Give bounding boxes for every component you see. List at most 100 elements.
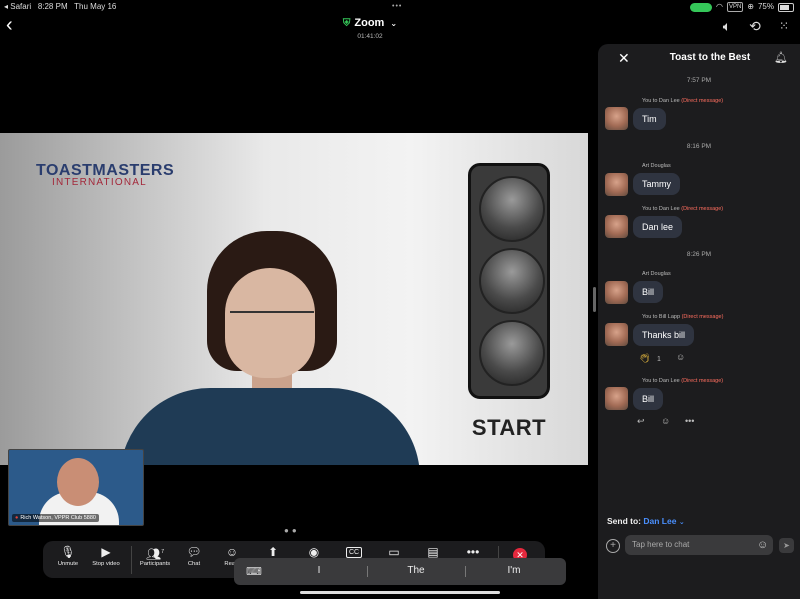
avatar	[605, 107, 628, 130]
page-indicator[interactable]: ●●	[284, 526, 300, 535]
avatar	[605, 281, 628, 304]
suggestion-3[interactable]: I'm	[469, 565, 559, 576]
message-bubble[interactable]: Tim	[633, 108, 666, 130]
camera-in-use-icon	[689, 2, 712, 12]
vpn-badge: VPN	[726, 2, 744, 12]
toastmasters-logo-subtitle: INTERNATIONAL	[52, 177, 147, 188]
suggestion-1[interactable]: I	[274, 565, 364, 576]
clap-icon: 👏︎	[639, 353, 651, 363]
send-to-recipient: Dan Lee	[643, 516, 677, 526]
status-right: ◠ VPN ⊕ 75%	[689, 0, 794, 14]
chat-input[interactable]: Tap here to chat	[625, 535, 773, 555]
avatar	[605, 215, 628, 238]
multitasking-dots-icon[interactable]: •••	[392, 3, 402, 10]
battery-icon	[778, 2, 794, 12]
self-view-video[interactable]: ● Rich Watson, VPPR Club 5880	[8, 449, 144, 526]
self-view-face	[57, 458, 99, 506]
message-bubble[interactable]: Thanks bill	[633, 324, 695, 346]
speaker-body	[120, 388, 420, 465]
sender-name: You to Dan Lee	[642, 98, 680, 104]
reply-icon[interactable]: ↩︎	[637, 416, 645, 427]
bell-icon[interactable]: 🔔︎	[774, 51, 788, 64]
closed-captions-icon: CC	[346, 547, 362, 558]
timing-light-middle-lamp	[479, 248, 545, 314]
status-date: Thu May 16	[74, 2, 117, 11]
split-view-handle[interactable]	[593, 287, 596, 312]
direct-message-tag: (Direct message)	[681, 98, 724, 104]
meeting-title[interactable]: ⛨ Zoom ⌄	[330, 17, 410, 29]
chevron-down-icon: ⌄	[390, 19, 398, 28]
meeting-app-name: Zoom	[354, 17, 385, 29]
emoji-icon[interactable]: ☺	[757, 539, 768, 551]
shield-check-icon: ⛨	[342, 18, 351, 29]
more-dots-icon: •••	[466, 545, 480, 559]
home-indicator[interactable]	[300, 591, 500, 594]
chat-title: Toast to the Best	[669, 52, 751, 63]
chat-timestamp: 8:16 PM	[686, 143, 712, 150]
suggestion-divider	[465, 566, 466, 577]
sender-name: You to Dan Lee	[642, 378, 680, 384]
message-sender: Art Douglas	[642, 271, 671, 277]
back-chevron-icon[interactable]: ‹	[6, 14, 26, 36]
message-sender: You to Dan Lee (Direct message)	[642, 206, 723, 212]
timing-light	[468, 163, 550, 399]
timing-light-top-lamp	[479, 176, 545, 242]
message-bubble[interactable]: Bill	[633, 388, 664, 410]
avatar	[605, 173, 628, 196]
sender-name: Art Douglas	[642, 271, 671, 277]
battery-percent: 75%	[757, 2, 774, 11]
self-view-name-tag: ● Rich Watson, VPPR Club 5880	[12, 514, 99, 522]
chat-timestamp: 7:57 PM	[686, 77, 712, 84]
timing-light-label: START	[471, 415, 547, 440]
sender-name: Art Douglas	[642, 163, 671, 169]
clapping-reaction[interactable]: 👏︎ 1	[639, 353, 661, 364]
speaker-glasses	[230, 311, 314, 331]
wifi-icon: ◠	[715, 2, 723, 11]
direct-message-tag: (Direct message)	[681, 378, 724, 384]
orientation-lock-icon: ⊕	[747, 2, 754, 11]
sender-name: You to Dan Lee	[642, 206, 680, 212]
add-reaction-icon[interactable]: ☺	[661, 416, 670, 426]
speaker-icon[interactable]: 🔈︎	[717, 16, 737, 36]
muted-mic-icon: ●	[15, 515, 19, 521]
reaction-count: 1	[656, 356, 661, 363]
chevron-down-icon: ⌄	[678, 519, 685, 526]
send-message-icon[interactable]: ➤	[779, 538, 794, 553]
add-reaction-icon[interactable]: ☺	[676, 352, 685, 362]
more-button[interactable]: •••	[448, 545, 498, 559]
message-bubble[interactable]: Tammy	[633, 173, 680, 195]
message-sender: You to Bill Lapp (Direct message)	[642, 314, 723, 320]
message-sender: You to Dan Lee (Direct message)	[642, 378, 723, 384]
status-clock: 8:28 PM	[37, 2, 68, 11]
suggestion-divider	[367, 566, 368, 577]
message-sender: Art Douglas	[642, 163, 671, 169]
direct-message-tag: (Direct message)	[681, 206, 724, 212]
self-view-name: Rich Watson, VPPR Club 5880	[20, 515, 96, 521]
stop-video-label: Stop video	[92, 561, 120, 567]
gallery-view-icon[interactable]: ⁙	[774, 16, 794, 36]
stop-video-button[interactable]: ▶︎ Stop video	[81, 545, 131, 567]
direct-message-tag: (Direct message)	[681, 314, 724, 320]
video-camera-icon: ▶︎	[101, 545, 111, 559]
keyboard-suggestion-bar: ⌨︎ I The I'm	[234, 558, 566, 585]
participants-count: 7	[161, 549, 164, 555]
status-left: ◂ Safari 8:28 PM Thu May 16	[4, 0, 116, 14]
close-chat-icon[interactable]: ✕	[618, 50, 630, 67]
message-bubble[interactable]: Dan lee	[633, 216, 683, 238]
back-to-safari-link[interactable]: ◂ Safari	[4, 2, 31, 11]
send-to-selector[interactable]: Send to: Dan Lee ⌄	[607, 516, 685, 526]
add-attachment-icon[interactable]: +	[606, 539, 620, 553]
more-dots-icon[interactable]: •••	[685, 416, 694, 426]
suggestion-2[interactable]: The	[371, 565, 461, 576]
keyboard-icon[interactable]: ⌨︎	[246, 565, 262, 578]
chat-timestamp: 8:26 PM	[686, 251, 712, 258]
active-speaker-video[interactable]: TOASTMASTERS INTERNATIONAL START	[0, 133, 588, 465]
meeting-elapsed-time: 01:41:02	[357, 33, 383, 40]
message-sender: You to Dan Lee (Direct message)	[642, 98, 723, 104]
avatar	[605, 323, 628, 346]
sender-name: You to Bill Lapp	[642, 314, 681, 320]
switch-camera-icon[interactable]: ⟲	[745, 16, 765, 36]
message-bubble[interactable]: Bill	[633, 281, 664, 303]
avatar	[605, 387, 628, 410]
send-to-label: Send to:	[607, 516, 641, 526]
